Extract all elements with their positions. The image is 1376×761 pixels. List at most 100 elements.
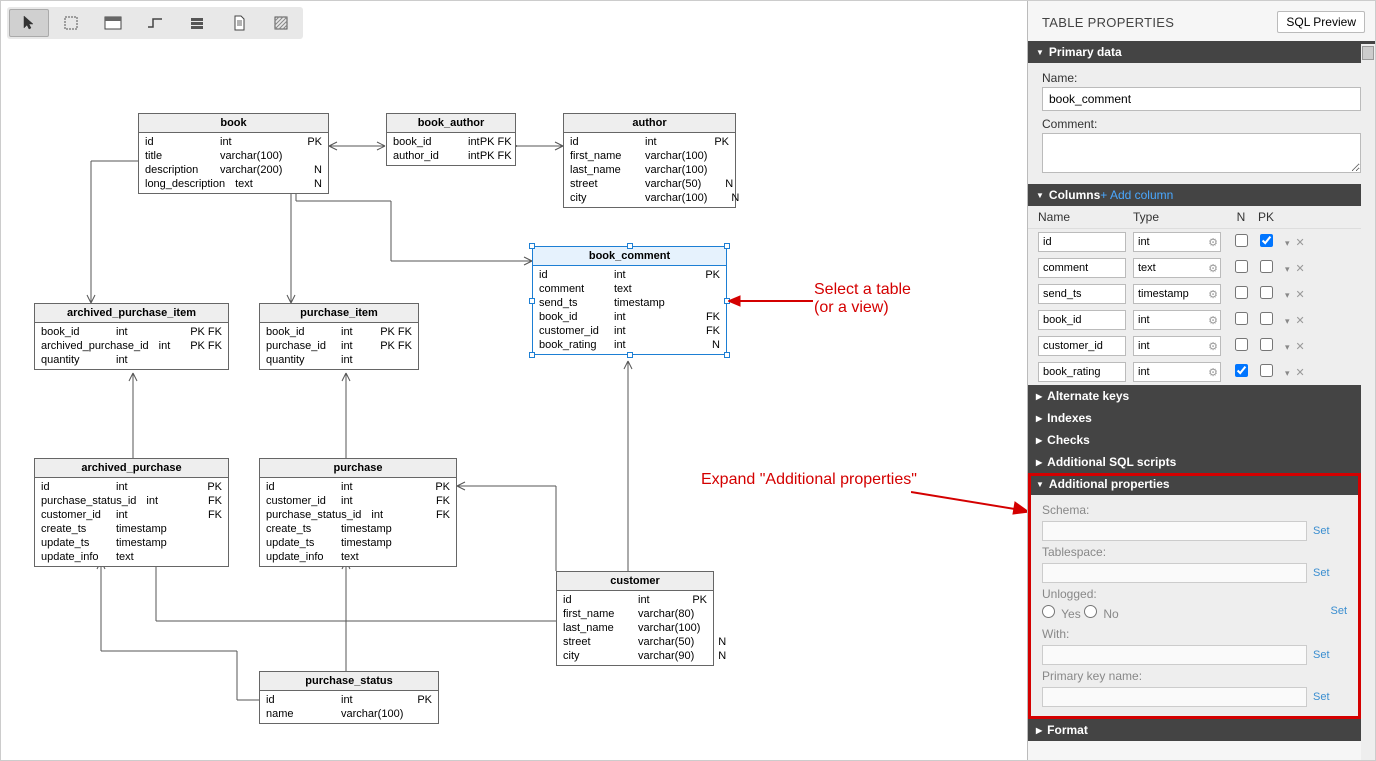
- chevron-down-icon[interactable]: ▾: [1285, 342, 1290, 352]
- entity-column: customer_idintFK: [35, 508, 228, 522]
- close-icon[interactable]: ✕: [1296, 367, 1305, 379]
- section-alternate-keys[interactable]: Alternate keys: [1028, 385, 1375, 407]
- entity-customer[interactable]: customer idintPKfirst_namevarchar(80)las…: [556, 571, 714, 666]
- entity-column: customer_idintFK: [260, 494, 456, 508]
- column-row: ⚙ ▾ ✕: [1028, 229, 1375, 255]
- section-primary-data[interactable]: Primary data: [1028, 41, 1375, 63]
- column-name-input[interactable]: [1038, 284, 1126, 304]
- gear-icon[interactable]: ⚙: [1208, 366, 1218, 379]
- section-additional-properties[interactable]: Additional properties: [1028, 473, 1375, 495]
- entity-archived-purchase-item[interactable]: archived_purchase_item book_idintPK FKar…: [34, 303, 229, 370]
- pkname-input[interactable]: [1042, 687, 1307, 707]
- entity-archived-purchase[interactable]: archived_purchase idintPKpurchase_status…: [34, 458, 229, 567]
- with-input[interactable]: [1042, 645, 1307, 665]
- section-additional-sql[interactable]: Additional SQL scripts: [1028, 451, 1375, 473]
- column-name-input[interactable]: [1038, 362, 1126, 382]
- column-pk-checkbox[interactable]: [1260, 312, 1273, 325]
- column-pk-checkbox[interactable]: [1260, 234, 1273, 247]
- column-name-input[interactable]: [1038, 310, 1126, 330]
- close-icon[interactable]: ✕: [1296, 237, 1305, 249]
- add-column-button[interactable]: + Add column: [1100, 188, 1173, 202]
- gear-icon[interactable]: ⚙: [1208, 236, 1218, 249]
- column-pk-checkbox[interactable]: [1260, 260, 1273, 273]
- column-pk-checkbox[interactable]: [1260, 338, 1273, 351]
- column-nullable-checkbox[interactable]: [1235, 338, 1248, 351]
- entity-column: purchase_idintPK FK: [260, 339, 418, 353]
- comment-input[interactable]: [1042, 133, 1361, 173]
- entity-column: book_idintPK FK: [387, 135, 515, 149]
- column-pk-checkbox[interactable]: [1260, 286, 1273, 299]
- close-icon[interactable]: ✕: [1296, 341, 1305, 353]
- entity-column: book_idintPK FK: [260, 325, 418, 339]
- entity-column: commenttext: [533, 282, 726, 296]
- chevron-down-icon[interactable]: ▾: [1285, 316, 1290, 326]
- section-columns[interactable]: Columns+ Add column: [1028, 184, 1375, 206]
- tablespace-input[interactable]: [1042, 563, 1307, 583]
- column-nullable-checkbox[interactable]: [1235, 286, 1248, 299]
- name-input[interactable]: [1042, 87, 1361, 111]
- chevron-down-icon: [1036, 47, 1044, 57]
- entity-column: streetvarchar(50)N: [564, 177, 735, 191]
- entity-column: idintPK: [139, 135, 328, 149]
- column-nullable-checkbox[interactable]: [1235, 234, 1248, 247]
- unlogged-yes[interactable]: [1042, 605, 1055, 618]
- entity-purchase-item[interactable]: purchase_item book_idintPK FKpurchase_id…: [259, 303, 419, 370]
- annotation-expand-additional: Expand "Additional properties": [701, 471, 917, 489]
- column-nullable-checkbox[interactable]: [1235, 312, 1248, 325]
- column-nullable-checkbox[interactable]: [1235, 260, 1248, 273]
- section-indexes[interactable]: Indexes: [1028, 407, 1375, 429]
- entity-column: cityvarchar(100)N: [564, 191, 735, 205]
- entity-column: idintPK: [260, 693, 438, 707]
- entity-purchase[interactable]: purchase idintPKcustomer_idintFKpurchase…: [259, 458, 457, 567]
- entity-book-comment[interactable]: book_comment idintPKcommenttextsend_tsti…: [532, 246, 727, 355]
- chevron-right-icon: [1036, 725, 1042, 735]
- sql-preview-button[interactable]: SQL Preview: [1277, 11, 1365, 33]
- gear-icon[interactable]: ⚙: [1208, 314, 1218, 327]
- sidebar-scrollbar[interactable]: [1361, 44, 1375, 760]
- chevron-down-icon[interactable]: ▾: [1285, 264, 1290, 274]
- column-row: ⚙ ▾ ✕: [1028, 359, 1375, 385]
- chevron-down-icon: [1036, 479, 1044, 489]
- with-set[interactable]: Set: [1313, 649, 1330, 661]
- chevron-down-icon[interactable]: ▾: [1285, 290, 1290, 300]
- chevron-down-icon[interactable]: ▾: [1285, 368, 1290, 378]
- entity-column: idintPK: [557, 593, 713, 607]
- name-label: Name:: [1042, 71, 1361, 85]
- gear-icon[interactable]: ⚙: [1208, 288, 1218, 301]
- entity-column: namevarchar(100): [260, 707, 438, 721]
- schema-set[interactable]: Set: [1313, 525, 1330, 537]
- section-format[interactable]: Format: [1028, 719, 1375, 741]
- entity-column: book_idintPK FK: [35, 325, 228, 339]
- tablespace-set[interactable]: Set: [1313, 567, 1330, 579]
- column-name-input[interactable]: [1038, 258, 1126, 278]
- gear-icon[interactable]: ⚙: [1208, 340, 1218, 353]
- entity-book[interactable]: book idintPKtitlevarchar(100)description…: [138, 113, 329, 194]
- chevron-down-icon[interactable]: ▾: [1285, 238, 1290, 248]
- sidebar-title: TABLE PROPERTIES: [1042, 15, 1174, 30]
- gear-icon[interactable]: ⚙: [1208, 262, 1218, 275]
- section-checks[interactable]: Checks: [1028, 429, 1375, 451]
- erd-canvas[interactable]: book idintPKtitlevarchar(100)description…: [1, 1, 1023, 761]
- entity-column: long_descriptiontextN: [139, 177, 328, 191]
- entity-purchase-status[interactable]: purchase_status idintPKnamevarchar(100): [259, 671, 439, 724]
- entity-author[interactable]: author idintPKfirst_namevarchar(100)last…: [563, 113, 736, 208]
- column-name-input[interactable]: [1038, 232, 1126, 252]
- chevron-right-icon: [1036, 435, 1042, 445]
- pkname-set[interactable]: Set: [1313, 691, 1330, 703]
- unlogged-no[interactable]: [1084, 605, 1097, 618]
- entity-book-author[interactable]: book_author book_idintPK FKauthor_idintP…: [386, 113, 516, 166]
- entity-column: cityvarchar(90)N: [557, 649, 713, 663]
- sidebar-scroll-thumb[interactable]: [1362, 46, 1374, 60]
- entity-column: book_ratingintN: [533, 338, 726, 352]
- column-nullable-checkbox[interactable]: [1235, 364, 1248, 377]
- comment-label: Comment:: [1042, 117, 1361, 131]
- entity-column: customer_idintFK: [533, 324, 726, 338]
- chevron-down-icon: [1036, 190, 1044, 200]
- close-icon[interactable]: ✕: [1296, 289, 1305, 301]
- close-icon[interactable]: ✕: [1296, 263, 1305, 275]
- unlogged-set[interactable]: Set: [1330, 605, 1347, 617]
- schema-input[interactable]: [1042, 521, 1307, 541]
- column-pk-checkbox[interactable]: [1260, 364, 1273, 377]
- column-name-input[interactable]: [1038, 336, 1126, 356]
- close-icon[interactable]: ✕: [1296, 315, 1305, 327]
